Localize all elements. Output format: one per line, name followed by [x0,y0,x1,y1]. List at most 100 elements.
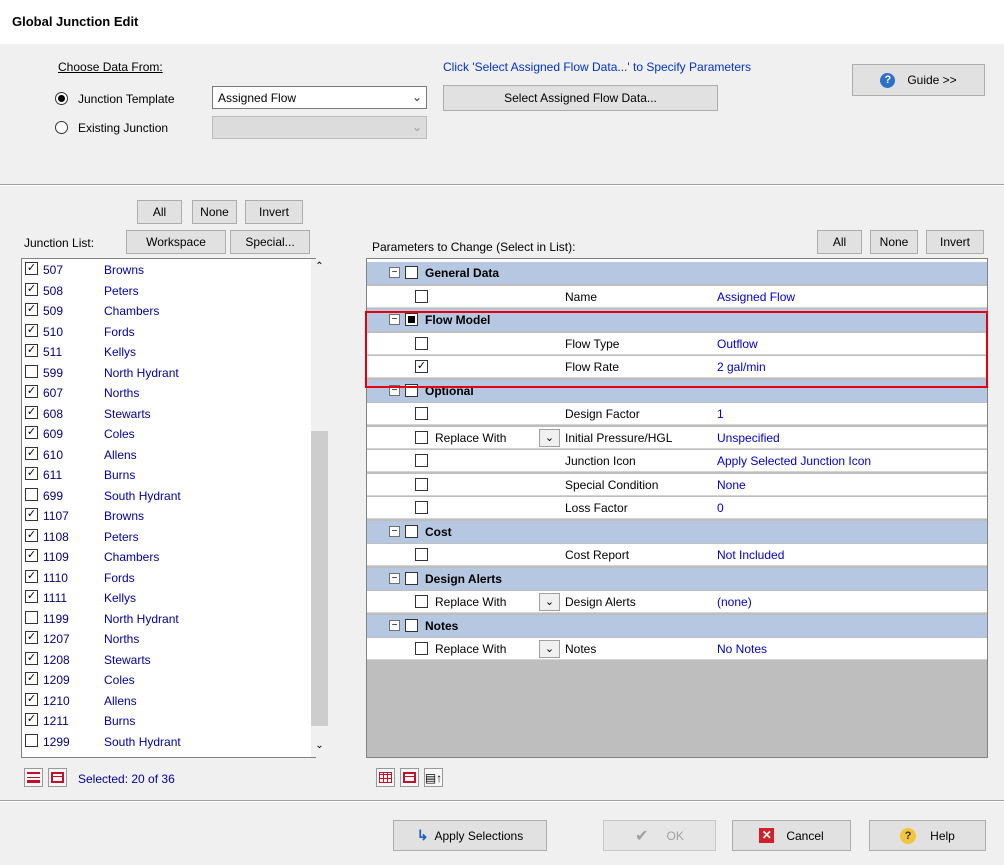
category-row[interactable]: − Cost [367,520,987,543]
scroll-up-icon[interactable]: ⌃ [311,261,328,275]
parameter-checkbox[interactable] [415,548,428,561]
parameter-row[interactable]: Junction Icon Apply Selected Junction Ico… [367,450,987,472]
junction-list-item[interactable]: 1199 North Hydrant [22,608,310,628]
existing-junction-select[interactable]: ⌄ [212,116,427,139]
parameter-row[interactable]: Replace With ⌄ Design Alerts (none) [367,591,987,613]
junction-checkbox[interactable]: ✓ [25,651,38,665]
junction-checkbox[interactable]: ✓ [25,672,38,685]
junction-list-item[interactable]: ✓ 608 Stewarts [22,403,310,423]
junction-list-item[interactable]: ✓ 510 Fords [22,321,310,341]
category-checkbox[interactable] [405,571,418,585]
existing-junction-radio[interactable] [55,121,68,134]
junction-list-item[interactable]: ✓ 509 Chambers [22,300,310,320]
junction-list-scrollbar[interactable]: ⌃ ⌄ [311,259,328,757]
junction-list-item[interactable]: 599 North Hydrant [22,362,310,382]
junction-checkbox[interactable]: ✓ [25,528,38,542]
junction-checkbox[interactable]: ✓ [25,426,38,439]
parameter-checkbox[interactable] [415,595,428,608]
parameter-row[interactable]: Replace With ⌄ Notes No Notes [367,638,987,660]
junction-template-select[interactable]: Assigned Flow ⌄ [212,86,427,109]
cancel-button[interactable]: ✕ Cancel [732,820,851,851]
parameter-row[interactable]: Name Assigned Flow [367,285,987,308]
junction-list-item[interactable]: ✓ 1209 Coles [22,669,310,689]
junction-list-item[interactable]: ✓ 611 Burns [22,464,310,484]
junction-checkbox[interactable]: ✓ [25,282,38,296]
parameter-row[interactable]: Cost Report Not Included [367,544,987,566]
category-row[interactable]: − General Data [367,262,987,284]
junction-none-button[interactable]: None [192,200,237,224]
junction-list-item[interactable]: ✓ 508 Peters [22,280,310,300]
parameter-row[interactable]: Loss Factor 0 [367,497,987,519]
apply-selections-button[interactable]: ↳ Apply Selections [393,820,547,851]
junction-list-item[interactable]: ✓ 1111 Kellys [22,587,310,607]
param-all-button[interactable]: All [817,230,862,254]
junction-list-item[interactable]: ✓ 1107 Browns [22,505,310,525]
parameter-value[interactable]: Assigned Flow [717,290,795,304]
parameter-checkbox[interactable] [415,454,428,467]
parameter-value[interactable]: Apply Selected Junction Icon [717,454,871,468]
junction-all-button[interactable]: All [137,200,182,224]
collapse-icon[interactable]: − [389,572,400,584]
junction-list-item[interactable]: ✓ 1211 Burns [22,710,310,730]
junction-checkbox[interactable]: ✓ [25,692,38,706]
scroll-down-icon[interactable]: ⌄ [311,740,328,754]
workspace-button[interactable]: Workspace [126,230,226,254]
parameter-checkbox[interactable] [415,642,428,655]
collapse-icon[interactable]: − [389,525,400,537]
junction-list-item[interactable]: ✓ 1108 Peters [22,526,310,546]
parameter-value[interactable]: No Notes [717,642,767,656]
junction-checkbox[interactable]: ✓ [25,303,38,316]
parameter-checkbox[interactable] [415,477,428,491]
junction-list-item[interactable]: 699 South Hydrant [22,485,310,505]
junction-checkbox[interactable]: ✓ [25,713,38,726]
parameter-checkbox[interactable] [415,289,428,303]
parameter-row[interactable]: Design Factor 1 [367,403,987,425]
junction-checkbox[interactable] [25,733,38,747]
junction-list-item[interactable]: ✓ 507 Browns [22,259,310,279]
parameter-row[interactable]: Replace With ⌄ Initial Pressure/HGL Unspeci… [367,426,987,449]
parameter-checkbox[interactable] [415,501,428,514]
category-checkbox[interactable] [405,524,418,538]
junction-checkbox[interactable]: ✓ [25,262,38,275]
category-checkbox[interactable] [405,618,418,632]
help-button[interactable]: ? Help [869,820,986,851]
parameter-value[interactable]: None [717,478,746,492]
junction-list-item[interactable]: ✓ 607 Norths [22,382,310,402]
collapse-icon[interactable]: − [389,619,400,631]
parameter-value[interactable]: 1 [717,407,724,421]
scroll-thumb[interactable] [311,431,328,726]
parameter-checkbox[interactable] [415,407,428,420]
list-view-icon[interactable] [24,768,43,787]
parameter-checkbox[interactable] [415,430,428,444]
junction-list-item[interactable]: ✓ 1110 Fords [22,567,310,587]
junction-checkbox[interactable]: ✓ [25,385,38,398]
junction-checkbox[interactable]: ✓ [25,446,38,460]
junction-list-item[interactable]: ✓ 1210 Allens [22,690,310,710]
parameter-value[interactable]: Unspecified [717,431,780,445]
guide-button[interactable]: ? Guide >> [852,64,985,96]
replace-dropdown-icon[interactable]: ⌄ [539,428,560,447]
junction-checkbox[interactable] [25,487,38,501]
sort-icon[interactable]: ▤↑ [424,768,443,787]
junction-checkbox[interactable]: ✓ [25,590,38,603]
select-assigned-flow-data-button[interactable]: Select Assigned Flow Data... [443,85,718,111]
junction-checkbox[interactable]: ✓ [25,549,38,562]
param-none-button[interactable]: None [870,230,918,254]
junction-checkbox[interactable]: ✓ [25,508,38,521]
parameter-value[interactable]: 0 [717,501,724,515]
replace-dropdown-icon[interactable]: ⌄ [539,593,560,611]
replace-dropdown-icon[interactable]: ⌄ [539,640,560,658]
junction-list-item[interactable]: 1299 South Hydrant [22,731,310,751]
category-row[interactable]: − Design Alerts [367,567,987,590]
special-button[interactable]: Special... [230,230,310,254]
junction-list-item[interactable]: ✓ 610 Allens [22,444,310,464]
param-invert-button[interactable]: Invert [926,230,984,254]
junction-template-radio[interactable] [55,92,68,105]
category-row[interactable]: − Notes [367,614,987,637]
junction-checkbox[interactable]: ✓ [25,323,38,337]
list-collapse-icon[interactable] [48,768,67,787]
collapse-icon[interactable]: − [389,267,400,278]
junction-list-item[interactable]: ✓ 511 Kellys [22,341,310,361]
grid-view-icon[interactable] [376,768,395,787]
grid-collapse-icon[interactable] [400,768,419,787]
